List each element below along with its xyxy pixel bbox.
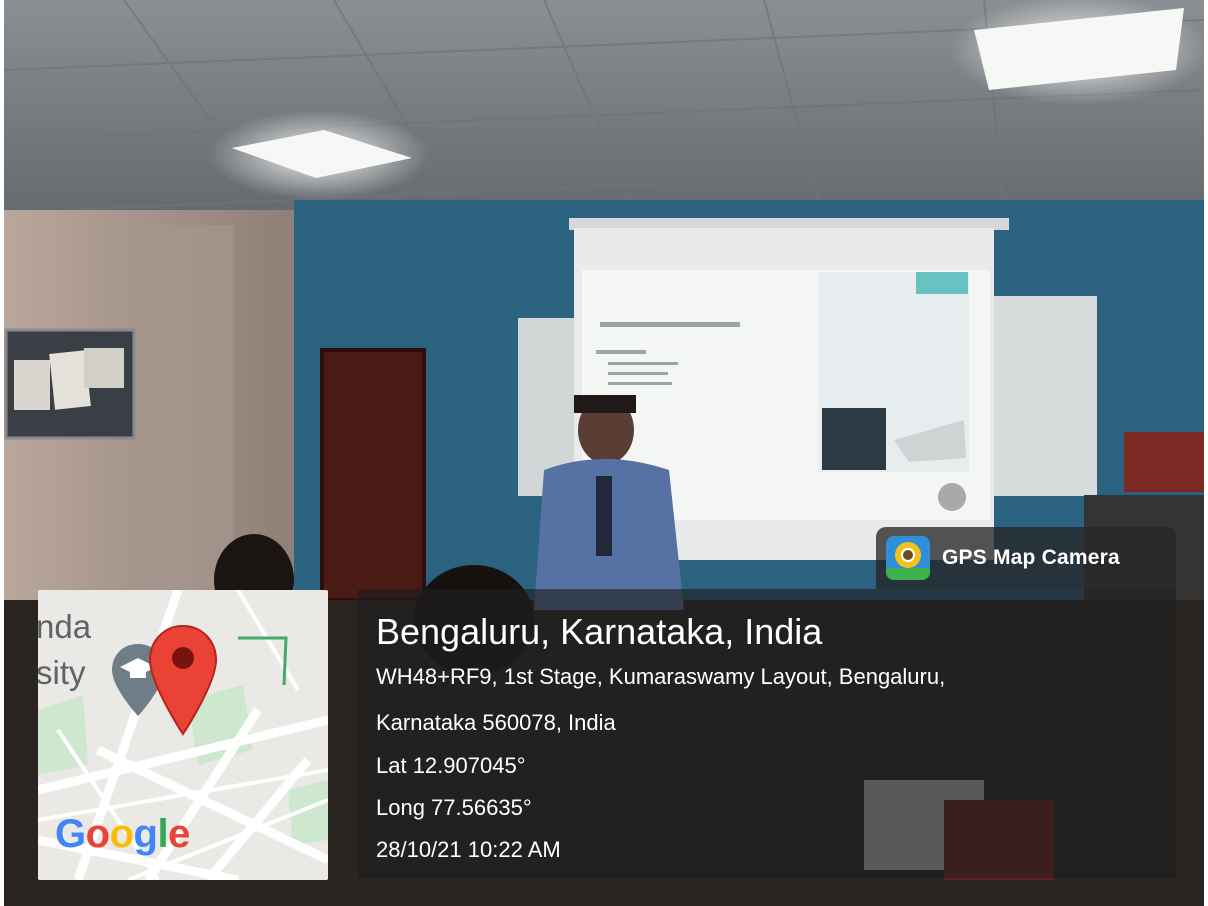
google-logo: Google: [55, 812, 190, 857]
place-title: Bengaluru, Karnataka, India: [376, 611, 823, 652]
timestamp-text: 28/10/21 10:22 AM: [376, 837, 561, 862]
google-letter: G: [55, 812, 86, 856]
google-letter: o: [109, 812, 134, 856]
map-thumbnail[interactable]: nda sity Google: [38, 590, 328, 880]
google-letter: g: [133, 812, 158, 856]
app-name-label: GPS Map Camera: [942, 546, 1120, 569]
location-info-panel: Bengaluru, Karnataka, India WH48+RF9, 1s…: [358, 589, 1176, 878]
google-letter: e: [168, 812, 190, 856]
gps-map-camera-badge: GPS Map Camera: [876, 527, 1176, 589]
address-line-1: WH48+RF9, 1st Stage, Kumaraswamy Layout,…: [376, 664, 946, 689]
google-letter: l: [157, 812, 169, 856]
map-partial-label-top: nda: [38, 608, 92, 645]
map-partial-label-bottom: sity: [38, 654, 86, 691]
camera-pin-icon: [886, 536, 930, 580]
longitude-text: Long 77.56635°: [376, 795, 532, 820]
latitude-text: Lat 12.907045°: [376, 753, 526, 778]
google-letter: o: [85, 812, 110, 856]
location-pin-icon: [148, 624, 218, 736]
address-line-2: Karnataka 560078, India: [376, 710, 616, 735]
